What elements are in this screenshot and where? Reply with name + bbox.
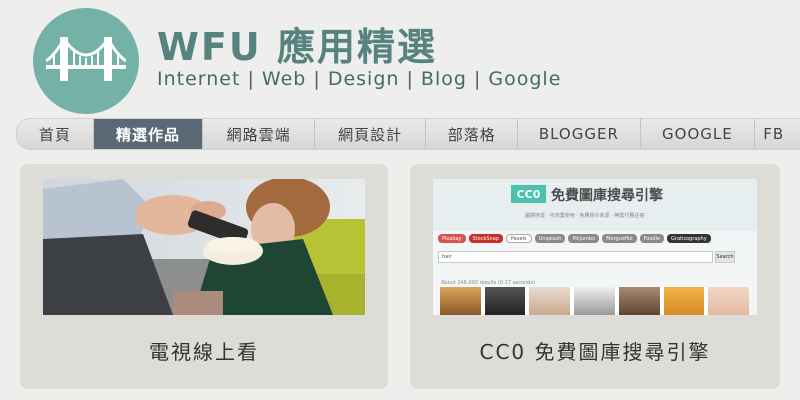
cc0-tab: Pexels (505, 234, 532, 243)
cc0-title: 免費圖庫搜尋引擎 (551, 188, 663, 204)
cc0-source-tabs: Pixabay StockSnap Pexels Unsplash Picjum… (438, 234, 711, 243)
cc0-screenshot: CC0 免費圖庫搜尋引擎 圖庫搜尋 · 可商業使用 · 免費標示來源 · 無需付… (433, 179, 757, 315)
cc0-tab: Morguefile (602, 234, 637, 243)
nav-item-cloud[interactable]: 網路雲端 (203, 119, 315, 149)
nav-item-fb[interactable]: FB (755, 119, 800, 149)
card-cc0-search[interactable]: CC0 免費圖庫搜尋引擎 圖庫搜尋 · 可商業使用 · 免費標示來源 · 無需付… (410, 164, 780, 389)
cc0-search-button: Search (715, 251, 735, 263)
site-title[interactable]: WFU 應用精選 (157, 16, 437, 71)
nav-item-featured[interactable]: 精選作品 (93, 119, 204, 149)
cc0-thumb (529, 287, 571, 315)
site-subtitle: Internet | Web | Design | Blog | Google (157, 68, 562, 90)
tv-remote-photo (43, 179, 365, 315)
cc0-thumb (618, 287, 660, 315)
cc0-thumb (663, 287, 705, 315)
card-tv-online[interactable]: 電視線上看 (20, 164, 388, 389)
nav-item-home[interactable]: 首頁 (17, 119, 94, 149)
cc0-badge: CC0 (511, 185, 546, 203)
cc0-thumbnails (440, 287, 750, 315)
site-logo[interactable] (33, 8, 139, 114)
cc0-tab: StockSnap (468, 234, 503, 243)
cc0-tab: Foodie (639, 234, 665, 243)
nav-item-google[interactable]: GOOGLE (641, 119, 756, 149)
nav-item-blog[interactable]: 部落格 (426, 119, 519, 149)
cc0-tagline: 圖庫搜尋 · 可商業使用 · 免費標示來源 · 無需付費註冊 (525, 213, 645, 219)
cc0-tab: Picjumbo (568, 234, 600, 243)
cc0-thumb (440, 287, 481, 315)
cc0-tab: Gratisography (667, 234, 711, 243)
cc0-thumb (708, 287, 750, 315)
cc0-thumb (484, 287, 526, 315)
cc0-tab: Unsplash (534, 234, 566, 243)
card-title[interactable]: 電視線上看 (20, 336, 388, 365)
card-image-cc0[interactable]: CC0 免費圖庫搜尋引擎 圖庫搜尋 · 可商業使用 · 免費標示來源 · 無需付… (433, 179, 757, 315)
nav-item-blogger[interactable]: BLOGGER (518, 119, 641, 149)
card-image-tv[interactable] (43, 179, 365, 315)
bridge-icon (46, 37, 126, 81)
card-title[interactable]: CC0 免費圖庫搜尋引擎 (410, 336, 780, 365)
nav-item-webdesign[interactable]: 網頁設計 (315, 119, 427, 149)
main-nav: 首頁 精選作品 網路雲端 網頁設計 部落格 BLOGGER GOOGLE FB (16, 118, 800, 150)
cc0-thumb (574, 287, 615, 315)
cc0-tab: Pixabay (438, 234, 466, 243)
cc0-result-count: About 246,000 results (0.17 seconds) (441, 280, 536, 286)
cc0-search-input: hair (438, 251, 713, 263)
